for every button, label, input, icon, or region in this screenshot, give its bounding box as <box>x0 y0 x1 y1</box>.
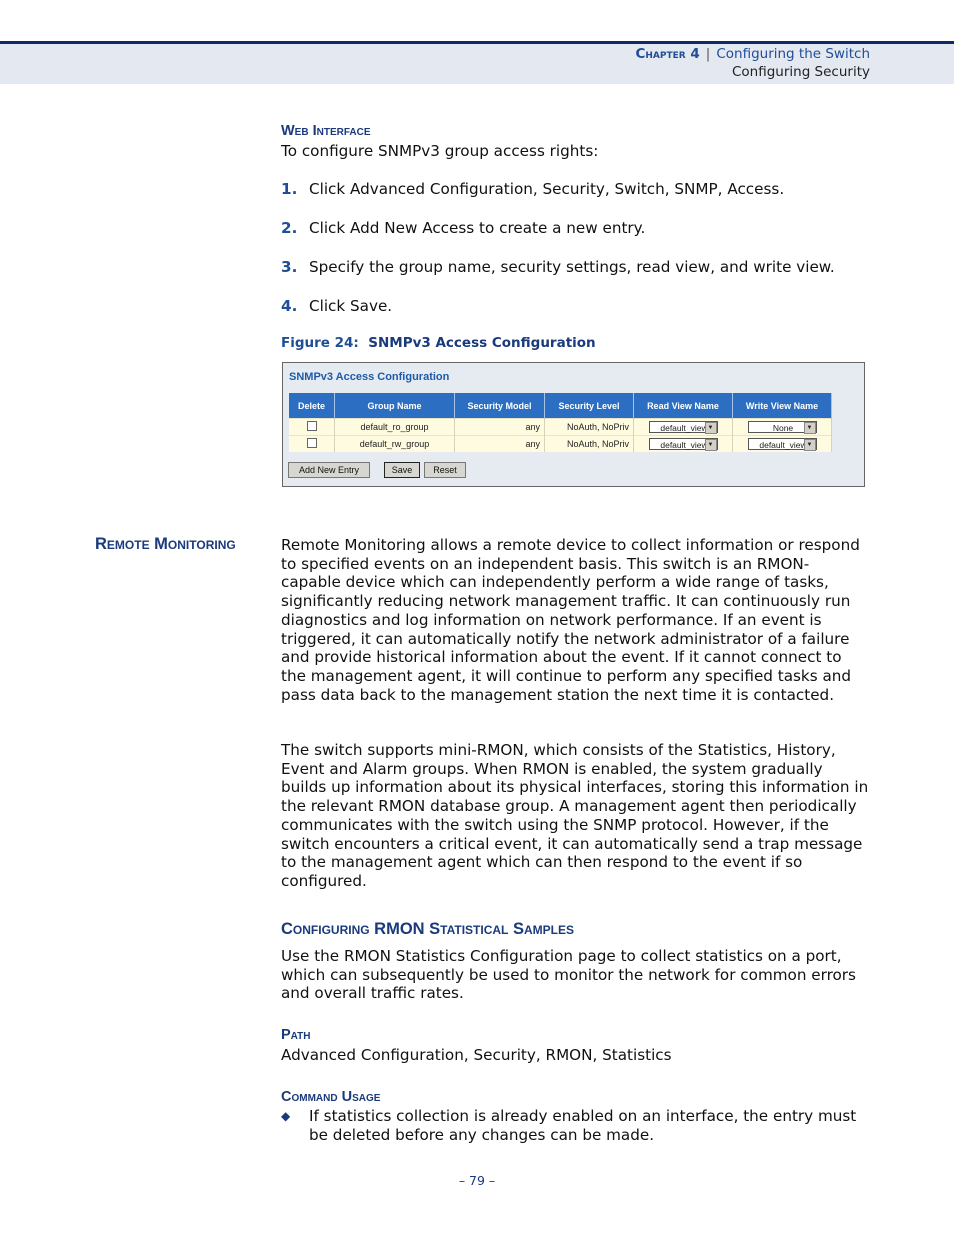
security-model-cell: any <box>454 418 545 436</box>
table-row: default_ro_group any NoAuth, NoPriv defa… <box>289 418 832 436</box>
access-table: Delete Group Name Security Model Securit… <box>289 393 832 452</box>
step-item: 1. Click Advanced Configuration, Security… <box>281 180 784 198</box>
step-text: Click Save. <box>309 297 393 315</box>
col-group-name: Group Name <box>334 393 455 419</box>
command-usage-heading: Command Usage <box>281 1089 381 1105</box>
step-number: 4. <box>281 297 298 315</box>
path-text: Advanced Configuration, Security, RMON, … <box>281 1046 672 1064</box>
step-number: 3. <box>281 258 298 276</box>
snmpv3-access-screenshot: SNMPv3 Access Configuration Delete Group… <box>282 362 865 487</box>
figure-caption-text: SNMPv3 Access Configuration <box>368 335 596 351</box>
col-read-view: Read View Name <box>633 393 733 419</box>
running-header-section: Configuring Security <box>731 64 870 80</box>
group-name-cell: default_rw_group <box>334 435 455 452</box>
col-write-view: Write View Name <box>732 393 832 419</box>
dropdown-arrow-icon: ▼ <box>803 439 816 451</box>
running-header-chapter: Chapter 4 | Configuring the Switch <box>635 46 870 62</box>
security-level-cell: NoAuth, NoPriv <box>544 435 634 452</box>
step-item: 3. Specify the group name, security setti… <box>281 258 835 276</box>
reset-button[interactable]: Reset <box>424 462 466 478</box>
delete-checkbox[interactable] <box>306 438 317 448</box>
diamond-bullet-icon: ◆ <box>281 1109 291 1123</box>
figure-label: Figure 24: <box>281 335 359 351</box>
step-number: 2. <box>281 219 298 237</box>
col-security-model: Security Model <box>454 393 545 419</box>
table-row: default_rw_group any NoAuth, NoPriv defa… <box>289 435 832 452</box>
path-heading: Path <box>281 1027 311 1043</box>
step-text: Specify the group name, security setting… <box>309 258 835 276</box>
security-level-cell: NoAuth, NoPriv <box>544 418 634 436</box>
col-delete: Delete <box>289 393 335 419</box>
chapter-label: Chapter 4 <box>635 46 700 62</box>
remote-monitoring-para1: Remote Monitoring allows a remote device… <box>281 536 860 704</box>
dropdown-arrow-icon: ▼ <box>704 439 717 451</box>
step-text: Click Add New Access to create a new ent… <box>309 219 646 237</box>
web-interface-intro: To configure SNMPv3 group access rights: <box>281 142 599 160</box>
security-model-cell: any <box>454 435 545 452</box>
col-security-level: Security Level <box>544 393 634 419</box>
read-view-select[interactable]: default_view ▼ <box>648 421 718 434</box>
read-view-select[interactable]: default_view ▼ <box>648 438 718 451</box>
write-view-select[interactable]: default_view ▼ <box>747 438 817 451</box>
step-text: Click Advanced Configuration, Security, … <box>309 180 785 198</box>
panel-title: SNMPv3 Access Configuration <box>289 371 450 383</box>
web-interface-heading: Web Interface <box>281 123 371 139</box>
step-number: 1. <box>281 180 298 198</box>
add-new-entry-button[interactable]: Add New Entry <box>288 462 370 478</box>
remote-monitoring-heading: Remote Monitoring <box>95 535 236 553</box>
header-separator: | <box>705 46 711 62</box>
figure-caption: Figure 24: SNMPv3 Access Configuration <box>281 335 596 351</box>
page-number: – 79 – <box>458 1173 496 1188</box>
rmon-stats-intro: Use the RMON Statistics Configuration pa… <box>281 947 856 1003</box>
table-header-row: Delete Group Name Security Model Securit… <box>289 393 832 419</box>
rmon-stats-heading: Configuring RMON Statistical Samples <box>281 920 574 938</box>
step-item: 4. Click Save. <box>281 297 392 315</box>
group-name-cell: default_ro_group <box>334 418 455 436</box>
delete-checkbox[interactable] <box>306 421 317 431</box>
write-view-select[interactable]: None ▼ <box>747 421 817 434</box>
remote-monitoring-para2: The switch supports mini-RMON, which con… <box>281 741 869 890</box>
usage-item-text: If statistics collection is already enab… <box>309 1107 857 1144</box>
dropdown-arrow-icon: ▼ <box>704 422 717 434</box>
dropdown-arrow-icon: ▼ <box>803 422 816 434</box>
chapter-title: Configuring the Switch <box>716 46 870 62</box>
save-button[interactable]: Save <box>384 462 420 478</box>
step-item: 2. Click Add New Access to create a new e… <box>281 219 645 237</box>
